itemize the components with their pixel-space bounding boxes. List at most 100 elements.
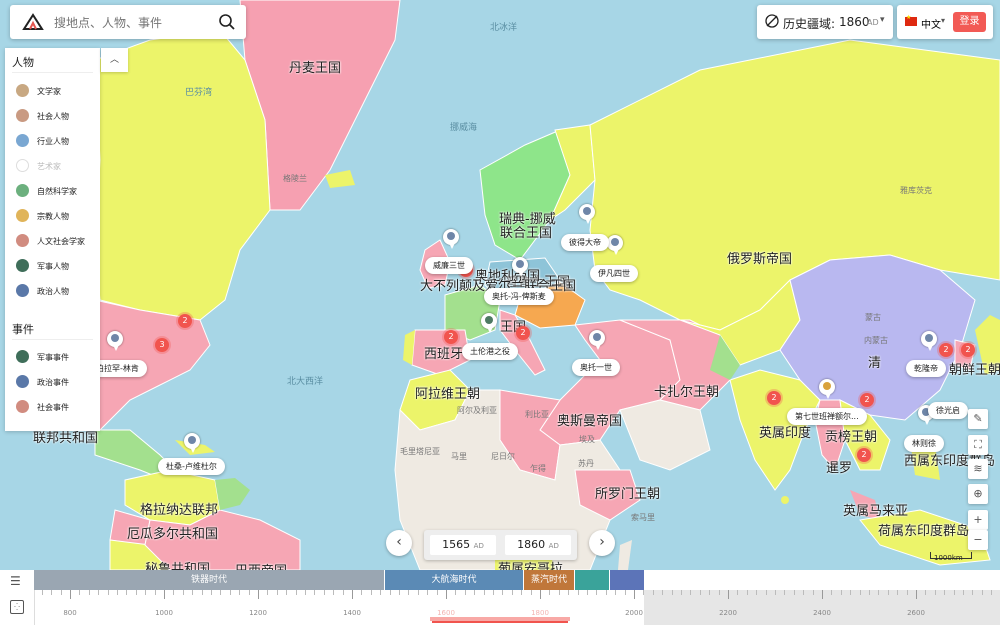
marker-cluster[interactable]: 2 [857, 448, 871, 462]
random-icon[interactable]: ⁛ [10, 600, 24, 614]
timeline-tick [577, 590, 579, 595]
marker-cluster[interactable]: 2 [860, 393, 874, 407]
era-band[interactable]: 大航海时代 [385, 570, 523, 590]
ruler-icon[interactable]: ✎ [968, 409, 988, 429]
person-marker[interactable] [607, 235, 623, 255]
panel-collapse-button[interactable]: ︿ [101, 48, 128, 72]
timeline-tick [464, 590, 466, 595]
country-label: 丹麦王国 [289, 61, 342, 76]
person-marker[interactable] [184, 433, 200, 453]
timeline-tick [352, 590, 353, 599]
prev-year-button[interactable]: ‹ [386, 530, 412, 556]
timeline-tick [878, 590, 880, 595]
timeline-tick [906, 590, 908, 595]
person-tag[interactable]: 乾隆帝 [906, 360, 946, 377]
marker-cluster[interactable]: 2 [939, 343, 953, 357]
timeline-tick [164, 590, 165, 599]
person-marker[interactable] [819, 379, 835, 399]
person-tag[interactable]: 徐光启 [928, 402, 968, 419]
era-band[interactable]: 蒸汽时代 [524, 570, 574, 590]
era-selector[interactable]: 历史疆域: 1860 AD ▾ [757, 5, 893, 39]
timeline-tick [803, 590, 805, 595]
timeline-tick [568, 590, 570, 595]
person-marker[interactable] [107, 331, 123, 351]
country-label: 西班牙 [424, 347, 464, 362]
timeline[interactable]: ☰ ⁛ 铁器时代 大航海时代 蒸汽时代 800 1000 1200 1400 1600 1… [0, 570, 1000, 625]
person-tag[interactable]: 奥托一世 [572, 359, 620, 376]
layers-icon[interactable]: ≋ [968, 459, 988, 479]
chevron-down-icon[interactable]: ▾ [941, 16, 945, 25]
next-year-button[interactable]: › [589, 530, 615, 556]
timeline-tick [521, 590, 523, 595]
zoom-in-button[interactable]: + [968, 510, 988, 530]
person-marker[interactable] [579, 204, 595, 224]
people-header: 人物 [12, 56, 34, 69]
person-tag[interactable]: 杜桑-卢维杜尔 [158, 458, 225, 475]
country-label: 所罗门王朝 [595, 487, 661, 502]
event-tag[interactable]: 土伦港之役 [462, 343, 518, 360]
person-tag[interactable]: 伊凡四世 [590, 265, 638, 282]
timeline-tick [822, 590, 823, 599]
marker-cluster[interactable]: 3 [155, 338, 169, 352]
timeline-tick [916, 590, 917, 599]
search-box[interactable] [10, 5, 246, 39]
person-marker[interactable] [443, 229, 459, 249]
person-marker[interactable] [589, 330, 605, 350]
person-marker[interactable] [921, 331, 937, 351]
event-marker[interactable] [481, 313, 497, 333]
timeline-tick [41, 590, 43, 595]
marker-cluster[interactable]: 2 [767, 391, 781, 405]
timeline-tick [963, 590, 964, 595]
list-icon[interactable]: ☰ [10, 574, 21, 588]
timeline-tick-label: 1000 [155, 609, 173, 617]
search-input[interactable] [52, 13, 206, 33]
locate-icon[interactable]: ⊕ [968, 484, 988, 504]
timeline-tick [887, 590, 889, 595]
language-select[interactable]: 中文 [921, 16, 941, 31]
military-event-icon [16, 350, 29, 363]
marker-cluster[interactable]: 2 [444, 330, 458, 344]
timeline-tick [173, 590, 175, 595]
marker-cluster[interactable]: 2 [961, 343, 975, 357]
timeline-tick [859, 590, 861, 595]
marker-cluster[interactable]: 2 [516, 326, 530, 340]
ocean-label: 巴芬湾 [185, 88, 213, 98]
timeline-tick [323, 590, 325, 595]
timeline-tick-label: 1600 [437, 609, 455, 617]
timeline-tick [502, 590, 504, 595]
timeline-tick [107, 590, 109, 595]
era-band[interactable] [575, 570, 609, 590]
person-tag[interactable]: 威廉三世 [425, 257, 473, 274]
timeline-tick [182, 590, 184, 595]
timeline-tick [436, 590, 438, 595]
person-tag[interactable]: 奥托-冯-俾斯麦 [484, 288, 554, 305]
timeline-tick [793, 590, 795, 595]
timeline-tick [333, 590, 335, 595]
era-band[interactable] [610, 570, 644, 590]
timeline-tick [540, 590, 541, 599]
person-tag[interactable]: 第七世班禅额尔... [787, 408, 867, 425]
person-tag[interactable]: 彼得大帝 [561, 234, 609, 251]
search-icon[interactable] [218, 13, 236, 31]
world-map[interactable]: 丹麦王国 瑞典-挪威 联合王国 俄罗斯帝国 普鲁士王国 奥地利帝国 西班牙 阿拉… [0, 0, 1000, 570]
year-from[interactable]: 1565 AD [430, 535, 496, 555]
person-tag[interactable]: 林则徐 [904, 435, 944, 452]
person-marker[interactable] [512, 257, 528, 277]
login-button[interactable]: 登录 [953, 12, 986, 32]
timeline-tick [70, 590, 71, 599]
ocean-label: 挪威海 [450, 123, 478, 133]
timeline-tick [709, 590, 711, 595]
timeline-tick [295, 590, 297, 595]
marker-cluster[interactable]: 2 [178, 314, 192, 328]
region-label: 阿尔及利亚 [457, 406, 497, 415]
fullscreen-icon[interactable]: ⛶ [968, 435, 988, 455]
timeline-tick [718, 590, 720, 595]
era-year: 1860 [839, 15, 870, 29]
region-label: 苏丹 [578, 459, 594, 468]
zoom-out-button[interactable]: − [968, 530, 988, 550]
year-to[interactable]: 1860 AD [505, 535, 571, 555]
timeline-tick [474, 590, 476, 595]
scale-bar: 1000km [930, 552, 972, 564]
era-band[interactable]: 铁器时代 [34, 570, 384, 590]
timeline-tick [991, 590, 993, 595]
